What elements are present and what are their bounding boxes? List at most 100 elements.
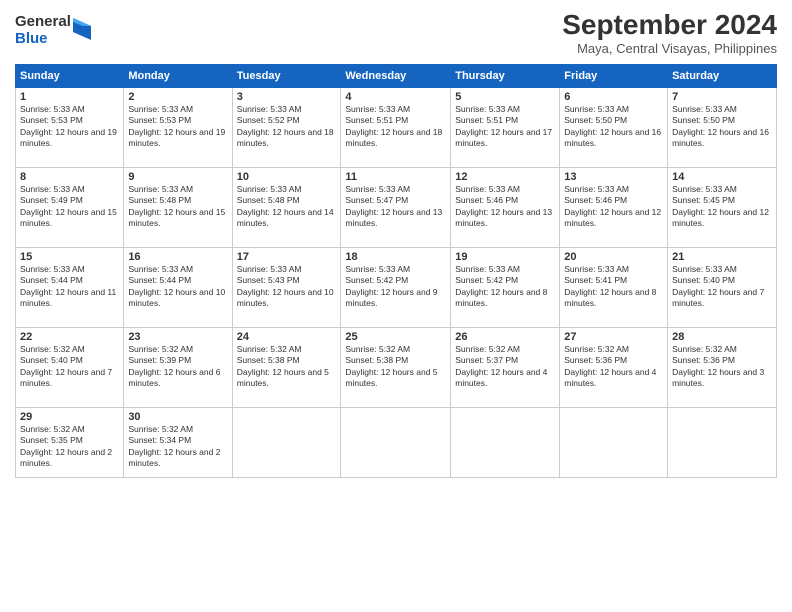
day-sunset: Sunset: 5:53 PM (20, 115, 119, 126)
day-number: 17 (237, 251, 337, 263)
calendar-cell: 19 Sunrise: 5:33 AM Sunset: 5:42 PM Dayl… (451, 247, 560, 327)
day-number: 30 (128, 411, 227, 423)
day-sunrise: Sunrise: 5:32 AM (237, 344, 337, 355)
day-daylight: Daylight: 12 hours and 18 minutes. (345, 127, 446, 150)
day-daylight: Daylight: 12 hours and 14 minutes. (237, 207, 337, 230)
header-sunday: Sunday (16, 64, 124, 87)
calendar-table: Sunday Monday Tuesday Wednesday Thursday… (15, 64, 777, 478)
calendar-cell: 2 Sunrise: 5:33 AM Sunset: 5:53 PM Dayli… (124, 87, 232, 167)
day-number: 4 (345, 91, 446, 103)
day-daylight: Daylight: 12 hours and 13 minutes. (345, 207, 446, 230)
day-sunrise: Sunrise: 5:33 AM (564, 264, 663, 275)
day-sunrise: Sunrise: 5:33 AM (672, 184, 772, 195)
logo-general: General (15, 14, 71, 31)
day-sunrise: Sunrise: 5:32 AM (128, 424, 227, 435)
day-sunrise: Sunrise: 5:33 AM (128, 104, 227, 115)
day-number: 24 (237, 331, 337, 343)
day-daylight: Daylight: 12 hours and 8 minutes. (455, 287, 555, 310)
day-sunrise: Sunrise: 5:33 AM (237, 184, 337, 195)
calendar-cell: 8 Sunrise: 5:33 AM Sunset: 5:49 PM Dayli… (16, 167, 124, 247)
day-sunrise: Sunrise: 5:33 AM (237, 264, 337, 275)
day-daylight: Daylight: 12 hours and 4 minutes. (564, 367, 663, 390)
header-thursday: Thursday (451, 64, 560, 87)
calendar-cell: 22 Sunrise: 5:32 AM Sunset: 5:40 PM Dayl… (16, 327, 124, 407)
day-daylight: Daylight: 12 hours and 8 minutes. (564, 287, 663, 310)
calendar-week-5: 29 Sunrise: 5:32 AM Sunset: 5:35 PM Dayl… (16, 407, 777, 477)
day-sunrise: Sunrise: 5:33 AM (564, 184, 663, 195)
day-sunset: Sunset: 5:43 PM (237, 275, 337, 286)
day-daylight: Daylight: 12 hours and 12 minutes. (564, 207, 663, 230)
day-daylight: Daylight: 12 hours and 15 minutes. (128, 207, 227, 230)
day-sunrise: Sunrise: 5:32 AM (20, 424, 119, 435)
calendar-cell: 25 Sunrise: 5:32 AM Sunset: 5:38 PM Dayl… (341, 327, 451, 407)
calendar-cell (232, 407, 341, 477)
calendar-cell: 6 Sunrise: 5:33 AM Sunset: 5:50 PM Dayli… (560, 87, 668, 167)
day-number: 29 (20, 411, 119, 423)
day-sunrise: Sunrise: 5:33 AM (237, 104, 337, 115)
day-sunrise: Sunrise: 5:33 AM (345, 184, 446, 195)
day-sunrise: Sunrise: 5:32 AM (455, 344, 555, 355)
day-sunset: Sunset: 5:50 PM (564, 115, 663, 126)
day-sunset: Sunset: 5:34 PM (128, 435, 227, 446)
location: Maya, Central Visayas, Philippines (562, 41, 777, 56)
logo-area: General Blue (15, 14, 91, 47)
day-daylight: Daylight: 12 hours and 5 minutes. (237, 367, 337, 390)
day-sunset: Sunset: 5:38 PM (237, 355, 337, 366)
day-number: 9 (128, 171, 227, 183)
day-number: 16 (128, 251, 227, 263)
day-daylight: Daylight: 12 hours and 13 minutes. (455, 207, 555, 230)
day-daylight: Daylight: 12 hours and 5 minutes. (345, 367, 446, 390)
day-number: 2 (128, 91, 227, 103)
calendar-cell: 16 Sunrise: 5:33 AM Sunset: 5:44 PM Dayl… (124, 247, 232, 327)
day-number: 5 (455, 91, 555, 103)
day-sunrise: Sunrise: 5:33 AM (345, 104, 446, 115)
calendar-cell (451, 407, 560, 477)
day-daylight: Daylight: 12 hours and 12 minutes. (672, 207, 772, 230)
day-number: 3 (237, 91, 337, 103)
day-daylight: Daylight: 12 hours and 7 minutes. (20, 367, 119, 390)
calendar-cell: 1 Sunrise: 5:33 AM Sunset: 5:53 PM Dayli… (16, 87, 124, 167)
day-number: 19 (455, 251, 555, 263)
day-daylight: Daylight: 12 hours and 19 minutes. (20, 127, 119, 150)
logo-icon (73, 18, 91, 40)
day-number: 14 (672, 171, 772, 183)
day-daylight: Daylight: 12 hours and 10 minutes. (128, 287, 227, 310)
calendar-cell: 15 Sunrise: 5:33 AM Sunset: 5:44 PM Dayl… (16, 247, 124, 327)
day-sunset: Sunset: 5:47 PM (345, 195, 446, 206)
day-daylight: Daylight: 12 hours and 2 minutes. (20, 447, 119, 470)
header-monday: Monday (124, 64, 232, 87)
calendar-cell (341, 407, 451, 477)
header-tuesday: Tuesday (232, 64, 341, 87)
calendar-cell: 5 Sunrise: 5:33 AM Sunset: 5:51 PM Dayli… (451, 87, 560, 167)
calendar-cell: 23 Sunrise: 5:32 AM Sunset: 5:39 PM Dayl… (124, 327, 232, 407)
day-sunset: Sunset: 5:41 PM (564, 275, 663, 286)
day-number: 18 (345, 251, 446, 263)
calendar-cell: 20 Sunrise: 5:33 AM Sunset: 5:41 PM Dayl… (560, 247, 668, 327)
day-daylight: Daylight: 12 hours and 18 minutes. (237, 127, 337, 150)
day-number: 22 (20, 331, 119, 343)
day-sunset: Sunset: 5:40 PM (672, 275, 772, 286)
day-sunset: Sunset: 5:46 PM (564, 195, 663, 206)
calendar-cell (560, 407, 668, 477)
day-number: 1 (20, 91, 119, 103)
calendar-cell: 10 Sunrise: 5:33 AM Sunset: 5:48 PM Dayl… (232, 167, 341, 247)
header-friday: Friday (560, 64, 668, 87)
day-sunset: Sunset: 5:52 PM (237, 115, 337, 126)
day-daylight: Daylight: 12 hours and 11 minutes. (20, 287, 119, 310)
calendar-week-3: 15 Sunrise: 5:33 AM Sunset: 5:44 PM Dayl… (16, 247, 777, 327)
day-sunset: Sunset: 5:50 PM (672, 115, 772, 126)
calendar-cell (668, 407, 777, 477)
day-sunset: Sunset: 5:35 PM (20, 435, 119, 446)
day-sunrise: Sunrise: 5:33 AM (128, 184, 227, 195)
day-sunrise: Sunrise: 5:33 AM (455, 104, 555, 115)
calendar-cell: 24 Sunrise: 5:32 AM Sunset: 5:38 PM Dayl… (232, 327, 341, 407)
calendar-cell: 12 Sunrise: 5:33 AM Sunset: 5:46 PM Dayl… (451, 167, 560, 247)
day-number: 25 (345, 331, 446, 343)
day-sunset: Sunset: 5:48 PM (128, 195, 227, 206)
day-sunrise: Sunrise: 5:33 AM (20, 264, 119, 275)
day-number: 8 (20, 171, 119, 183)
page: General Blue September 2024 Maya, Centra… (0, 0, 792, 612)
day-number: 27 (564, 331, 663, 343)
calendar-cell: 30 Sunrise: 5:32 AM Sunset: 5:34 PM Dayl… (124, 407, 232, 477)
day-sunset: Sunset: 5:53 PM (128, 115, 227, 126)
